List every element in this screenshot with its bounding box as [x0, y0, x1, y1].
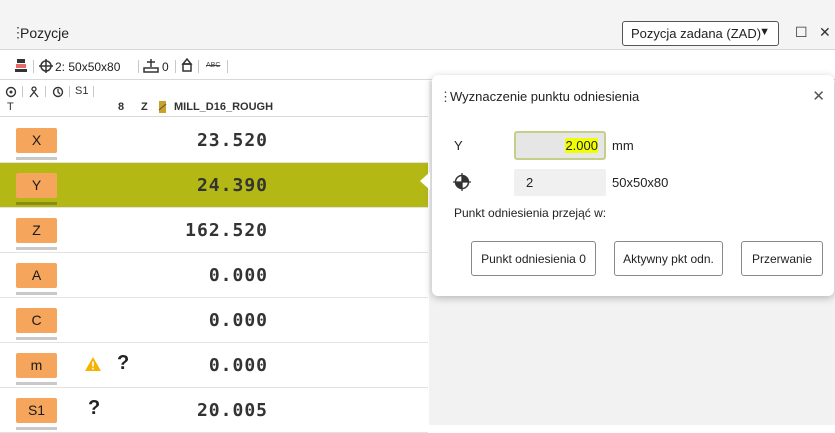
- dialog-header: ⋮ Wyznaczenie punktu odniesienia ✕: [432, 75, 834, 113]
- unit-label: mm: [612, 138, 634, 153]
- axis-value-c: 0.000: [208, 310, 268, 331]
- tool-info: S1 T 8 Z MILL_D16_ROUGH: [0, 81, 428, 117]
- axis-button-a[interactable]: A: [16, 263, 57, 295]
- cancel-button[interactable]: Przerwanie: [741, 241, 823, 276]
- axis-row-x[interactable]: X 23.520: [0, 118, 428, 163]
- axis-row-s1[interactable]: S1 ? 20.005: [0, 388, 428, 433]
- spindle-label: S1: [75, 85, 89, 97]
- axis-row-y[interactable]: Y 24.390: [0, 163, 428, 208]
- axis-row-m[interactable]: m ? 0.000: [0, 343, 428, 388]
- axis-button-m[interactable]: m: [16, 353, 57, 385]
- unknown-indicator: ?: [117, 352, 130, 374]
- spindle-speed-icon: [52, 86, 64, 98]
- axis-field-label: Y: [454, 138, 463, 153]
- title-bar: ⋮ Pozycje Pozycja zadana (ZAD) ▼ ☐ ✕: [0, 0, 835, 50]
- axis-list: X 23.520 Y 24.390 Z 162.520 A 0.000 C 0.…: [0, 118, 428, 433]
- spindle-icon: [181, 58, 193, 72]
- caret-down-icon: ▼: [759, 26, 770, 38]
- tool-name: MILL_D16_ROUGH: [174, 101, 274, 113]
- mill-tool-icon: [158, 101, 167, 113]
- axis-row-c[interactable]: C 0.000: [0, 298, 428, 343]
- preset-number: 0: [162, 60, 169, 74]
- mode-dropdown[interactable]: Pozycja zadana (ZAD) ▼: [622, 21, 779, 46]
- preset-name: 50x50x80: [612, 175, 669, 190]
- window-title: Pozycje: [20, 25, 70, 41]
- active-preset-button[interactable]: Aktywny pkt odn.: [614, 241, 723, 276]
- transfer-label: Punkt odniesienia przejąć w:: [454, 206, 607, 220]
- axis-value-m: 0.000: [208, 355, 268, 376]
- warning-icon: [85, 357, 101, 371]
- tool-holder-icon: [15, 59, 27, 72]
- tool-axis: Z: [141, 101, 148, 113]
- close-icon[interactable]: ✕: [812, 87, 825, 105]
- tool-label: T: [7, 101, 14, 113]
- preset-number-field[interactable]: 2: [514, 169, 606, 196]
- axis-row-z[interactable]: Z 162.520: [0, 208, 428, 253]
- popup-pointer: [420, 172, 430, 190]
- preset-table-icon: [143, 59, 159, 73]
- axis-value-text: 2.000: [565, 138, 598, 153]
- workpiece-icon: [39, 59, 53, 73]
- feed-icon: [5, 86, 17, 98]
- abc-label: ABC: [206, 62, 221, 69]
- operator-icon: [29, 86, 39, 98]
- axis-button-y[interactable]: Y: [16, 173, 57, 205]
- preset-dialog: ⋮ Wyznaczenie punktu odniesienia ✕ Y 2.0…: [432, 75, 834, 296]
- axis-value-z: 162.520: [185, 220, 268, 241]
- unknown-indicator: ?: [88, 397, 101, 419]
- axis-value-s1: 20.005: [196, 400, 268, 421]
- preset-target-icon: [453, 173, 471, 191]
- axis-row-a[interactable]: A 0.000: [0, 253, 428, 298]
- preset-zero-button[interactable]: Punkt odniesienia 0: [471, 241, 596, 276]
- axis-value-a: 0.000: [208, 265, 268, 286]
- close-icon[interactable]: ✕: [819, 24, 831, 41]
- axis-value-input[interactable]: 2.000: [514, 131, 606, 160]
- axis-value-y: 24.390: [196, 175, 268, 196]
- axis-button-x[interactable]: X: [16, 128, 57, 160]
- axis-value-x: 23.520: [196, 130, 268, 151]
- maximize-icon[interactable]: ☐: [795, 24, 808, 41]
- axis-button-z[interactable]: Z: [16, 218, 57, 250]
- axis-button-s1[interactable]: S1: [16, 398, 57, 430]
- tool-number: 8: [118, 101, 125, 113]
- axis-button-c[interactable]: C: [16, 308, 57, 340]
- dialog-title: Wyznaczenie punktu odniesienia: [450, 89, 640, 104]
- mode-dropdown-value: Pozycja zadana (ZAD): [631, 26, 762, 41]
- workpiece-label: 2: 50x50x80: [55, 60, 121, 74]
